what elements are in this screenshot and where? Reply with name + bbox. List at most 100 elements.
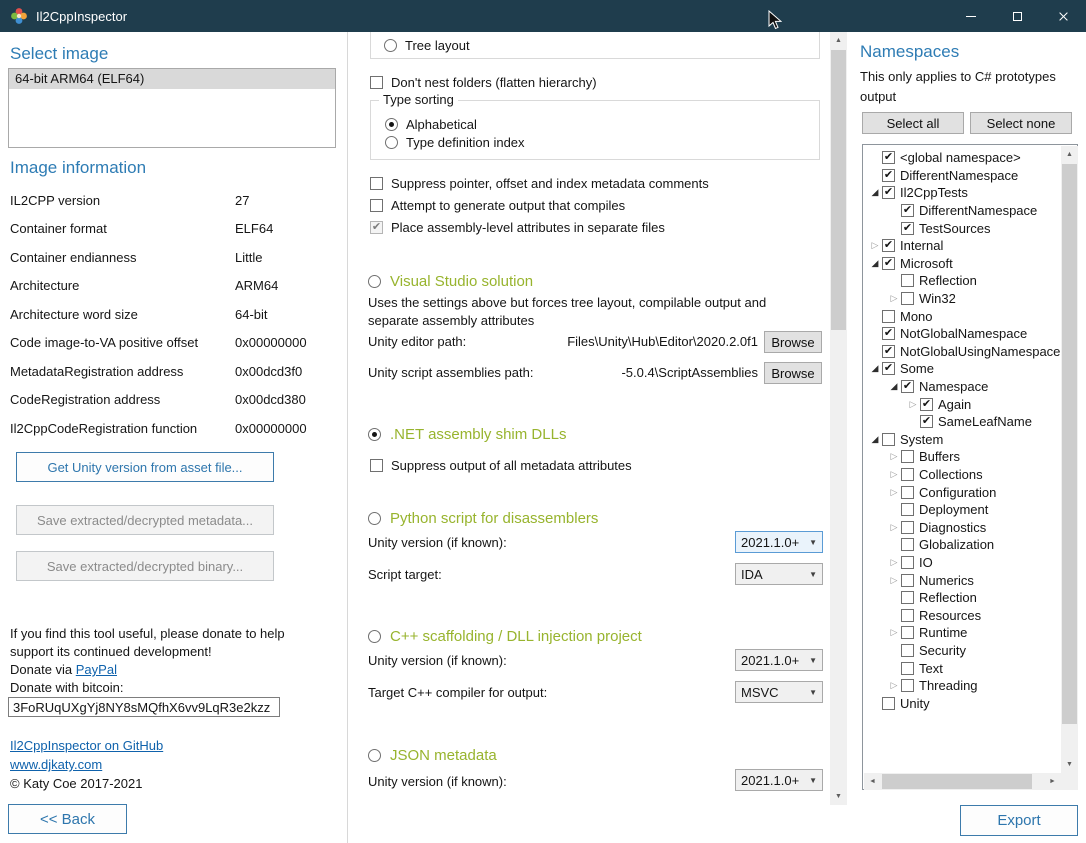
collapse-icon[interactable]: ◢ [868,363,882,374]
tree-checkbox[interactable] [882,345,895,358]
website-link[interactable]: www.djkaty.com [10,757,102,772]
tree-checkbox[interactable] [901,609,914,622]
tree-item[interactable]: ▷IO [864,554,1061,572]
tree-hscrollbar-thumb[interactable] [882,774,1032,789]
tree-item[interactable]: Reflection [864,272,1061,290]
tree-checkbox[interactable] [901,380,914,393]
tree-layout-option[interactable]: Tree layout [384,36,470,54]
tree-item[interactable]: ▷Win32 [864,290,1061,308]
tree-item[interactable]: ▷Configuration [864,483,1061,501]
maximize-button[interactable] [994,0,1040,32]
expand-icon[interactable]: ▷ [887,557,901,568]
tree-checkbox[interactable] [901,468,914,481]
tree-checkbox[interactable] [901,521,914,534]
cpp-unity-version-combo[interactable]: 2021.1.0+ ▼ [735,649,823,671]
tree-item[interactable]: Globalization [864,536,1061,554]
alphabetical-option[interactable]: Alphabetical [385,115,477,133]
tree-checkbox[interactable] [901,222,914,235]
tree-item[interactable]: ▷Buffers [864,448,1061,466]
tree-layout-radio[interactable] [384,39,397,52]
suppress-comments-checkbox[interactable] [370,177,383,190]
tree-checkbox[interactable] [901,204,914,217]
get-unity-version-button[interactable]: Get Unity version from asset file... [16,452,274,482]
tree-item[interactable]: Reflection [864,589,1061,607]
browse-editor-button[interactable]: Browse [764,331,822,353]
close-button[interactable] [1040,0,1086,32]
tree-item[interactable]: ◢System [864,431,1061,449]
tree-item[interactable]: Text [864,659,1061,677]
select-none-button[interactable]: Select none [970,112,1072,134]
expand-icon[interactable]: ▷ [887,522,901,533]
collapse-icon[interactable]: ◢ [868,187,882,198]
expand-icon[interactable]: ▷ [868,240,882,251]
tree-item[interactable]: ▷Threading [864,677,1061,695]
tree-item[interactable]: ▷Collections [864,466,1061,484]
collapse-icon[interactable]: ◢ [868,258,882,269]
tree-item[interactable]: ▷Internal [864,237,1061,255]
tree-checkbox[interactable] [901,292,914,305]
tree-checkbox[interactable] [901,644,914,657]
tree-item[interactable]: Deployment [864,501,1061,519]
json-metadata-radio[interactable] [368,749,381,762]
attempt-compile-checkbox[interactable] [370,199,383,212]
browse-assemblies-button[interactable]: Browse [764,362,822,384]
tree-checkbox[interactable] [901,556,914,569]
type-definition-index-option[interactable]: Type definition index [385,133,525,151]
collapse-icon[interactable]: ◢ [868,434,882,445]
scroll-down-icon[interactable]: ▼ [830,788,847,805]
export-button[interactable]: Export [960,805,1078,836]
tree-checkbox[interactable] [901,274,914,287]
tree-item[interactable]: NotGlobalUsingNamespace [864,343,1061,361]
tree-item[interactable]: NotGlobalNamespace [864,325,1061,343]
tree-checkbox[interactable] [901,574,914,587]
select-all-button[interactable]: Select all [862,112,964,134]
tree-item[interactable]: Mono [864,307,1061,325]
tree-checkbox[interactable] [901,662,914,675]
tree-item[interactable]: DifferentNamespace [864,202,1061,220]
middle-scrollbar-thumb[interactable] [831,50,846,330]
cpp-scaffolding-option[interactable]: C++ scaffolding / DLL injection project [368,625,642,647]
paypal-link[interactable]: PayPal [76,662,117,677]
tree-checkbox[interactable] [882,433,895,446]
tree-checkbox[interactable] [920,415,933,428]
flatten-option[interactable]: Don't nest folders (flatten hierarchy) [370,73,597,91]
type-definition-index-radio[interactable] [385,136,398,149]
shim-dlls-radio[interactable] [368,428,381,441]
expand-icon[interactable]: ▷ [887,293,901,304]
tree-item[interactable]: SameLeafName [864,413,1061,431]
tree-checkbox[interactable] [882,362,895,375]
tree-checkbox[interactable] [882,151,895,164]
tree-item[interactable]: ◢Some [864,360,1061,378]
tree-vertical-scrollbar[interactable]: ▲ ▼ [1061,146,1078,773]
expand-icon[interactable]: ▷ [887,680,901,691]
scroll-right-icon[interactable]: ► [1044,773,1061,790]
tree-checkbox[interactable] [882,697,895,710]
expand-icon[interactable]: ▷ [906,399,920,410]
separate-attributes-checkbox[interactable] [370,221,383,234]
tree-checkbox[interactable] [901,591,914,604]
tree-checkbox[interactable] [882,257,895,270]
expand-icon[interactable]: ▷ [887,487,901,498]
back-button[interactable]: << Back [8,804,127,834]
json-metadata-option[interactable]: JSON metadata [368,744,497,766]
scroll-left-icon[interactable]: ◄ [864,773,881,790]
tree-checkbox[interactable] [882,239,895,252]
bitcoin-address-input[interactable] [8,697,280,717]
expand-icon[interactable]: ▷ [887,575,901,586]
attempt-compile-option[interactable]: Attempt to generate output that compiles [370,196,625,214]
shim-dlls-option[interactable]: .NET assembly shim DLLs [368,423,566,445]
github-link[interactable]: Il2CppInspector on GitHub [10,738,163,753]
flatten-checkbox[interactable] [370,76,383,89]
tree-item[interactable]: ◢Microsoft [864,255,1061,273]
tree-item[interactable]: ◢Namespace [864,378,1061,396]
tree-horizontal-scrollbar[interactable]: ◄ ► [864,773,1061,790]
cpp-scaffolding-radio[interactable] [368,630,381,643]
suppress-metadata-option[interactable]: Suppress output of all metadata attribut… [370,456,632,474]
tree-item[interactable]: DifferentNamespace [864,167,1061,185]
tree-item[interactable]: Resources [864,606,1061,624]
tree-checkbox[interactable] [920,398,933,411]
middle-scrollbar[interactable]: ▲ ▼ [830,32,847,805]
script-target-combo[interactable]: IDA ▼ [735,563,823,585]
python-unity-version-combo[interactable]: 2021.1.0+ ▼ [735,531,823,553]
assemblies-path-value[interactable]: -5.0.4\ScriptAssemblies [514,362,758,384]
